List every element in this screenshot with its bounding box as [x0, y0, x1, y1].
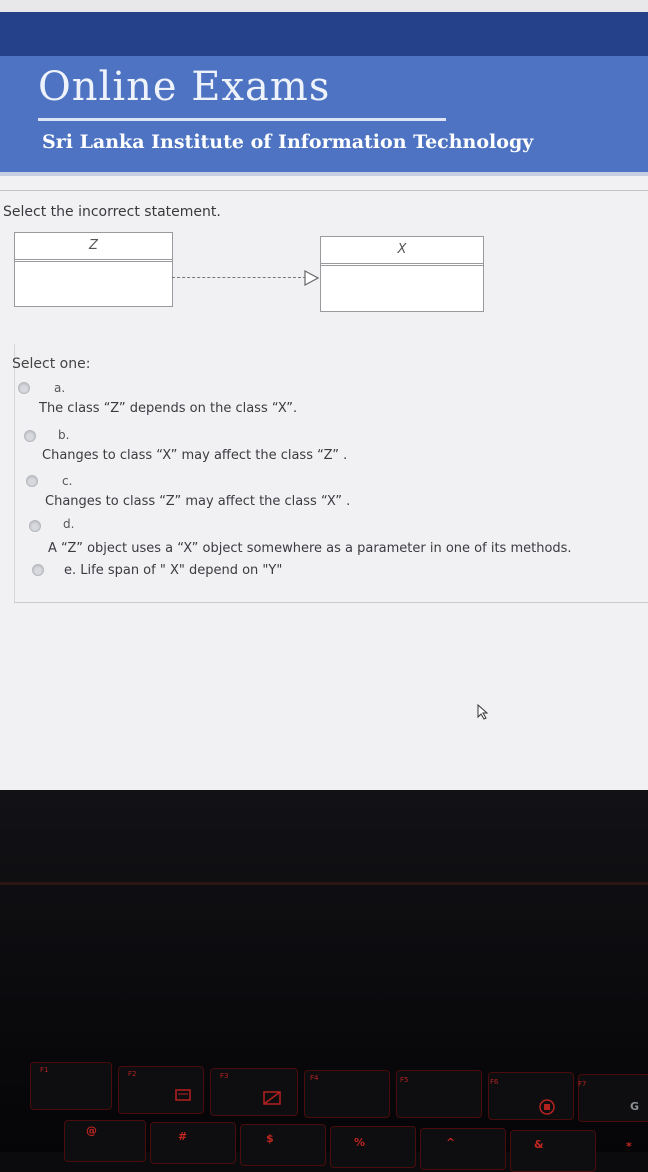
content-divider [0, 190, 648, 191]
symbol-at: @ [86, 1124, 97, 1137]
option-a-text[interactable]: The class “Z” depends on the class “X”. [39, 401, 297, 416]
f3-label: F3 [220, 1072, 229, 1080]
symbol-hash: # [178, 1130, 188, 1143]
dependency-arrowhead-icon [304, 270, 320, 286]
symbol-percent: % [354, 1136, 366, 1149]
browser-top-bar [0, 0, 648, 12]
symbol-caret: ^ [446, 1136, 456, 1149]
header-bottom-edge [0, 172, 648, 176]
option-d-letter: d. [63, 517, 75, 531]
letter-g: G [630, 1100, 640, 1113]
key-2[interactable] [64, 1120, 146, 1162]
exam-screen: Online Exams Sri Lanka Institute of Info… [0, 0, 648, 790]
option-d-radio[interactable] [29, 520, 41, 532]
key-4[interactable] [240, 1124, 326, 1166]
f1-label: F1 [40, 1066, 49, 1074]
option-a-radio[interactable] [18, 382, 30, 394]
key-f6[interactable] [488, 1072, 574, 1120]
key-f7[interactable] [578, 1074, 648, 1122]
option-b-letter: b. [58, 428, 70, 442]
f5-label: F5 [400, 1076, 409, 1084]
option-a-letter: a. [54, 381, 66, 395]
option-b-radio[interactable] [24, 430, 36, 442]
header-divider [38, 118, 446, 121]
option-c-radio[interactable] [26, 475, 38, 487]
site-subtitle: Sri Lanka Institute of Information Techn… [42, 131, 534, 153]
dependency-line [172, 277, 306, 278]
option-e-text[interactable]: e. Life span of " X" depend on "Y" [64, 563, 282, 578]
key-3[interactable] [150, 1122, 236, 1164]
symbol-ampersand: & [534, 1138, 544, 1151]
uml-class-z-name: Z [15, 233, 172, 262]
uml-class-x: X [320, 236, 484, 312]
uml-class-z: Z [14, 232, 173, 307]
option-e-radio[interactable] [32, 564, 44, 576]
key-6[interactable] [420, 1128, 506, 1170]
mute-icon [539, 1099, 555, 1115]
f6-label: F6 [490, 1078, 499, 1086]
key-f5[interactable] [396, 1070, 482, 1118]
option-b-text[interactable]: Changes to class “X” may affect the clas… [42, 448, 347, 463]
uml-class-x-name: X [321, 237, 483, 266]
symbol-asterisk: * [626, 1140, 632, 1153]
select-one-label: Select one: [12, 356, 91, 372]
keyboard-edge [0, 882, 648, 885]
touchpad-toggle-icon [263, 1091, 281, 1105]
f4-label: F4 [310, 1074, 319, 1082]
nav-strip [0, 12, 648, 56]
symbol-dollar: $ [266, 1132, 274, 1145]
f7-label: F7 [578, 1080, 587, 1088]
f2-label: F2 [128, 1070, 137, 1078]
option-c-text[interactable]: Changes to class “Z” may affect the clas… [45, 494, 350, 509]
option-d-text[interactable]: A “Z” object uses a “X” object somewhere… [48, 541, 572, 556]
option-c-letter: c. [62, 474, 73, 488]
keyboard-backlight-icon [175, 1089, 191, 1101]
key-7[interactable] [510, 1130, 596, 1172]
question-text: Select the incorrect statement. [3, 204, 221, 220]
key-5[interactable] [330, 1126, 416, 1168]
site-title: Online Exams [38, 64, 331, 110]
mouse-pointer-icon [477, 704, 489, 720]
